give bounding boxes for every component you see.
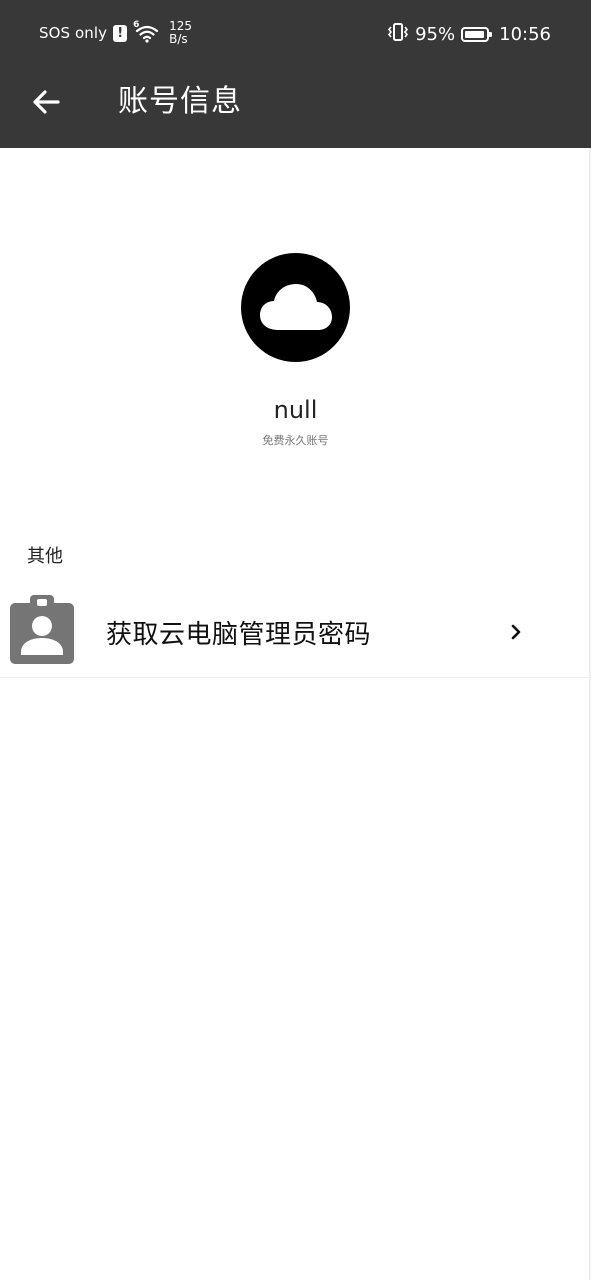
carrier-text: SOS only [39, 24, 108, 42]
page-title: 账号信息 [118, 84, 242, 119]
clipboard-account-icon [10, 595, 74, 664]
cloud-icon [259, 283, 332, 330]
clock: 10:56 [499, 23, 551, 45]
battery-percent: 95% [415, 23, 456, 45]
chevron-right-icon [511, 624, 521, 640]
account-info-screen: SOS only ! 6 125 B/s 95% 10:56 账号信息 null… [0, 0, 591, 1280]
row-label: 获取云电脑管理员密码 [106, 620, 372, 650]
username: null [273, 396, 318, 424]
sim-alert-icon: ! [113, 24, 128, 42]
section-label-other: 其他 [27, 546, 63, 567]
status-bar: SOS only ! 6 125 B/s 95% 10:56 [0, 0, 591, 66]
network-speed: 125 B/s [169, 20, 192, 46]
vibrate-icon [387, 22, 409, 46]
account-type: 免费永久账号 [262, 434, 329, 447]
back-button[interactable] [22, 80, 70, 124]
status-bar-left: SOS only ! 6 125 B/s [39, 18, 192, 48]
status-bar-right: 95% 10:56 [387, 19, 551, 49]
wifi-icon: 6 [133, 20, 159, 43]
arrow-left-icon [33, 90, 60, 114]
battery-icon [461, 26, 493, 42]
app-bar: 账号信息 [0, 66, 591, 148]
avatar [241, 253, 350, 362]
top-bar: SOS only ! 6 125 B/s 95% 10:56 账号信息 [0, 0, 591, 148]
get-admin-password-row[interactable]: 获取云电脑管理员密码 [0, 590, 589, 678]
network-speed-unit: B/s [169, 32, 188, 46]
